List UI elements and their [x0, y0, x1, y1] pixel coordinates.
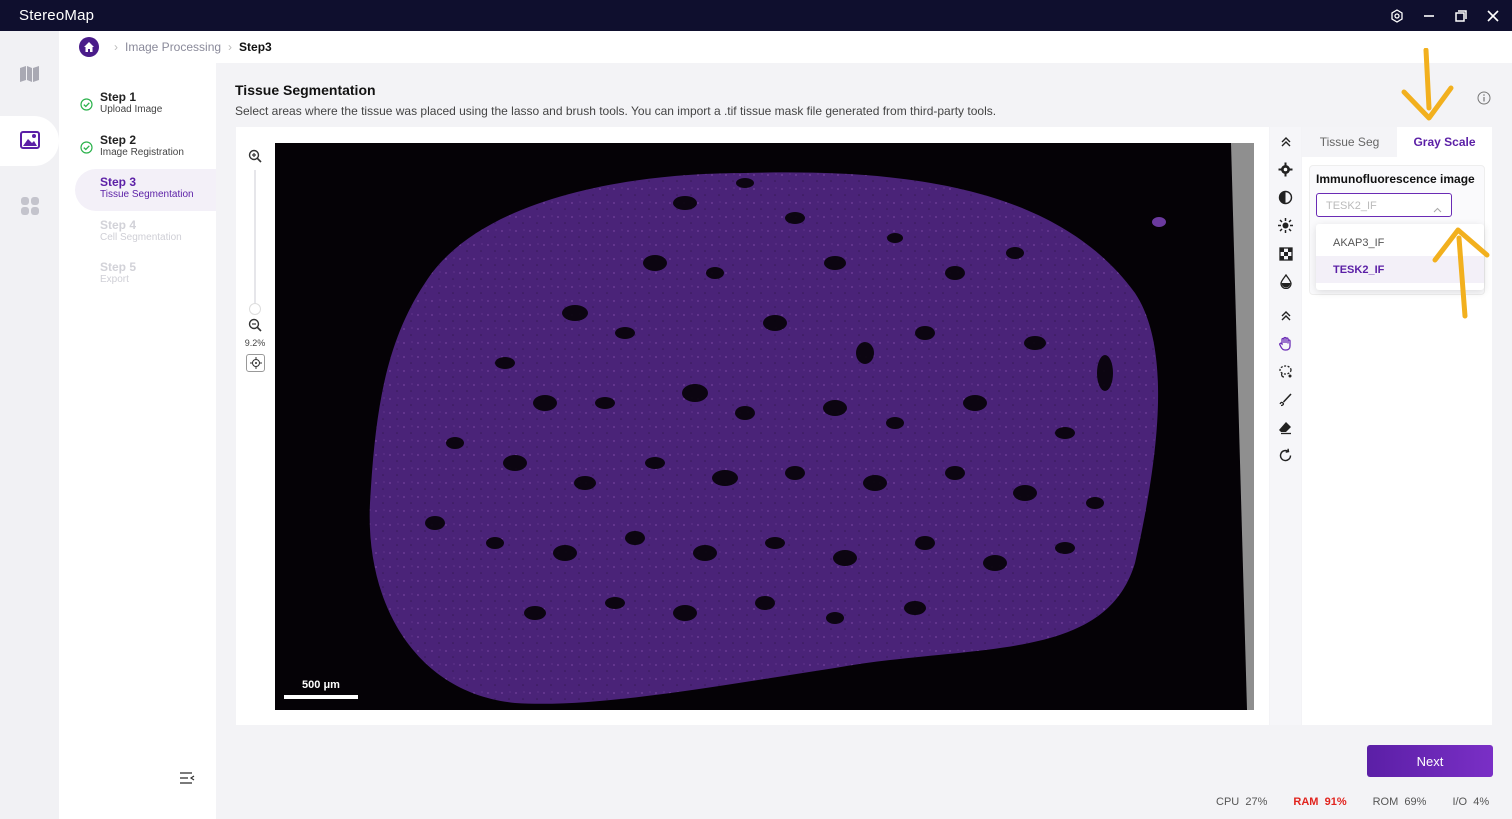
zoom-slider-thumb[interactable] — [249, 303, 261, 315]
status-bar: CPU 27% RAM 91% ROM 69% I/O 4% — [1216, 796, 1489, 808]
tissue-image-canvas[interactable]: 500 μm — [275, 143, 1254, 710]
step-1[interactable]: Step 1 Upload Image — [75, 84, 216, 126]
restore-icon[interactable] — [1454, 9, 1468, 23]
rail-item-image-processing[interactable] — [0, 116, 59, 166]
zoom-in-icon[interactable] — [246, 147, 264, 165]
breadcrumb-image-processing[interactable]: Image Processing — [125, 40, 221, 54]
page-title: Tissue Segmentation — [235, 82, 376, 98]
gray-scale-card: Immunofluorescence image TESK2_IF AKAP3_… — [1309, 165, 1485, 295]
option-akap3-if[interactable]: AKAP3_IF — [1316, 229, 1484, 256]
breadcrumb: › Image Processing › Step3 — [59, 31, 1512, 63]
step-title: Step 2 — [100, 133, 137, 147]
chevron-up-icon — [1433, 202, 1442, 216]
select-value: TESK2_IF — [1326, 200, 1377, 212]
zoom-percent: 9.2% — [244, 338, 266, 348]
panel-tabs: Tissue Seg Gray Scale — [1302, 127, 1492, 157]
step-subtitle: Image Registration — [100, 147, 184, 158]
scale-bar: 500 μm — [284, 678, 358, 700]
step-title: Step 4 — [100, 218, 137, 232]
step-subtitle: Cell Segmentation — [100, 232, 182, 243]
color-drop-icon[interactable] — [1276, 272, 1295, 291]
home-icon[interactable] — [79, 37, 99, 57]
cpu-value: 27% — [1245, 796, 1268, 808]
tab-gray-scale[interactable]: Gray Scale — [1397, 127, 1492, 157]
scale-bar-label: 500 μm — [302, 679, 340, 691]
step-title: Step 3 — [100, 175, 137, 189]
step-subtitle: Export — [100, 274, 129, 285]
rom-value: 69% — [1404, 796, 1427, 808]
io-status: I/O 4% — [1452, 796, 1489, 808]
collapse-sidebar-icon[interactable] — [179, 771, 195, 788]
collapse-up-icon[interactable] — [1276, 132, 1295, 151]
apps-grid-icon — [20, 196, 40, 219]
rom-label: ROM — [1372, 796, 1399, 808]
breadcrumb-separator: › — [114, 40, 118, 54]
tissue-image — [369, 143, 1254, 710]
step-subtitle: Tissue Segmentation — [100, 189, 194, 200]
lasso-icon[interactable] — [1276, 362, 1295, 381]
scale-bar-line — [284, 695, 358, 699]
settings-icon[interactable] — [1390, 8, 1404, 23]
step-2[interactable]: Step 2 Image Registration — [75, 127, 216, 169]
step-sidebar: Step 1 Upload Image Step 2 Image Registr… — [59, 63, 216, 819]
window-controls — [1390, 0, 1500, 31]
brush-icon[interactable] — [1276, 390, 1295, 409]
step-title: Step 1 — [100, 90, 137, 104]
map-icon — [19, 65, 41, 86]
option-tesk2-if[interactable]: TESK2_IF — [1316, 256, 1484, 283]
brightness-icon[interactable] — [1276, 216, 1295, 235]
step-title: Step 5 — [100, 260, 137, 274]
rom-status: ROM 69% — [1373, 796, 1427, 808]
tab-tissue-seg[interactable]: Tissue Seg — [1302, 127, 1397, 157]
page-description: Select areas where the tissue was placed… — [235, 104, 997, 118]
check-circle-icon — [80, 141, 93, 157]
title-bar: StereoMap — [0, 0, 1512, 31]
step-3[interactable]: Step 3 Tissue Segmentation — [75, 169, 216, 211]
help-icon[interactable] — [1477, 91, 1491, 108]
settings-gear-icon[interactable] — [1276, 160, 1295, 179]
minimize-icon[interactable] — [1422, 9, 1436, 23]
next-button[interactable]: Next — [1367, 745, 1493, 777]
cpu-label: CPU — [1216, 796, 1240, 808]
image-select[interactable]: TESK2_IF — [1316, 193, 1452, 217]
io-label: I/O — [1452, 796, 1468, 808]
ram-status: RAM 91% — [1293, 796, 1346, 808]
rotate-icon[interactable] — [1276, 446, 1295, 465]
immunofluorescence-label: Immunofluorescence image — [1316, 172, 1475, 186]
collapse-up-icon[interactable] — [1276, 306, 1295, 325]
io-value: 4% — [1473, 796, 1490, 808]
app-title: StereoMap — [19, 7, 95, 24]
zoom-out-icon[interactable] — [246, 316, 264, 334]
hand-pan-icon[interactable] — [1276, 334, 1295, 353]
rail-item-apps[interactable] — [0, 182, 59, 232]
cpu-status: CPU 27% — [1216, 796, 1267, 808]
checker-icon[interactable] — [1276, 244, 1295, 263]
right-panel: Tissue Seg Gray Scale Immunofluorescence… — [1302, 127, 1492, 725]
image-select-dropdown: AKAP3_IF TESK2_IF — [1316, 224, 1484, 290]
rail-item-map[interactable] — [0, 50, 59, 100]
fit-to-view-icon[interactable] — [246, 354, 265, 372]
step-5: Step 5 Export — [75, 254, 216, 296]
step-subtitle: Upload Image — [100, 104, 163, 115]
ram-value: 91% — [1324, 796, 1347, 808]
breadcrumb-separator: › — [228, 40, 233, 54]
step-4: Step 4 Cell Segmentation — [75, 212, 216, 254]
eraser-icon[interactable] — [1276, 418, 1295, 437]
contrast-icon[interactable] — [1276, 188, 1295, 207]
breadcrumb-current: Step3 — [239, 40, 272, 54]
zoom-slider-track[interactable] — [254, 170, 256, 308]
image-processing-icon — [19, 130, 40, 153]
check-circle-icon — [80, 98, 93, 114]
left-rail — [0, 31, 59, 819]
ram-label: RAM — [1293, 796, 1319, 808]
tool-column — [1270, 127, 1301, 725]
close-icon[interactable] — [1486, 9, 1500, 23]
